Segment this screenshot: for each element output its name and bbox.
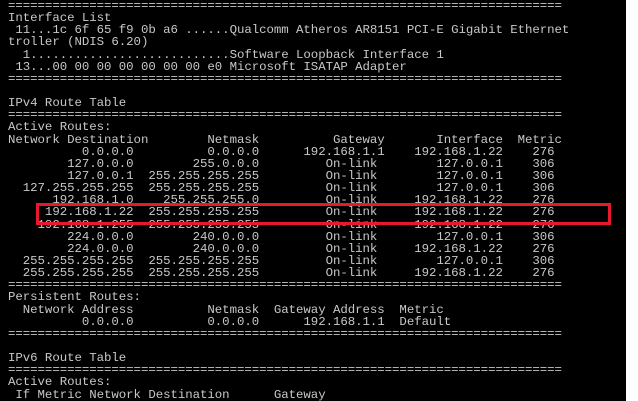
console-line: ========================================…: [8, 326, 562, 341]
console-line: Active Routes:: [8, 120, 112, 135]
console-line: troller (NDIS 6.20): [8, 35, 149, 50]
console-line: 192.168.1.255 255.255.255.255 On-link 19…: [8, 217, 555, 232]
console-line: Active Routes:: [8, 375, 112, 390]
console-line: 224.0.0.0 240.0.0.0 On-link 127.0.0.1 30…: [8, 229, 555, 244]
console-line: Network Destination Netmask Gateway Inte…: [8, 132, 562, 147]
console-line: 192.168.1.22 255.255.255.255 On-link 192…: [8, 205, 555, 220]
console-line: ========================================…: [8, 71, 562, 86]
window-edge: [626, 0, 638, 401]
console-line: 1...........................Software Loo…: [8, 47, 444, 62]
command-prompt-output: ========================================…: [0, 0, 626, 401]
console-line: Network Address Netmask Gateway Address …: [8, 302, 444, 317]
console-line: If Metric Network Destination Gateway: [8, 387, 326, 401]
console-line: 0.0.0.0 0.0.0.0 192.168.1.1 192.168.1.22…: [8, 144, 555, 159]
console-line: 0.0.0.0 0.0.0.0 192.168.1.1 Default: [8, 314, 452, 329]
console-line: Persistent Routes:: [8, 290, 141, 305]
